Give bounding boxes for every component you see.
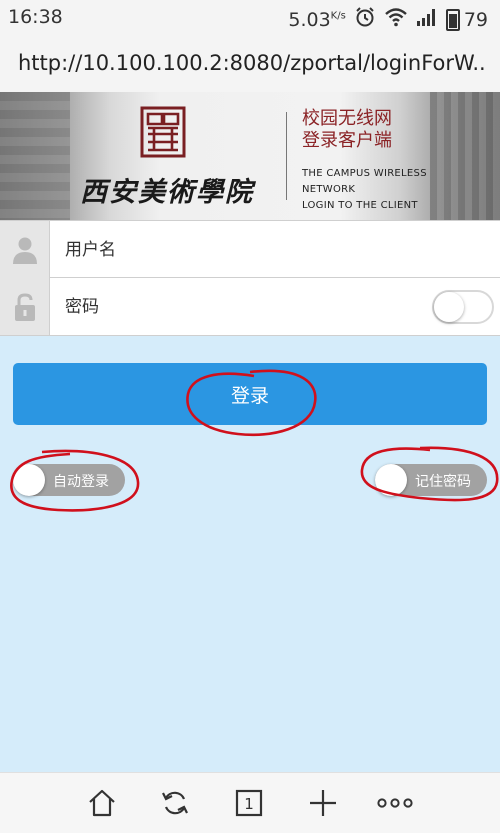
status-indicators: 5.03K/s 79: [288, 6, 488, 33]
status-bar: 16:38 5.03K/s 79: [0, 0, 500, 34]
auto-login-toggle-knob: [13, 464, 45, 496]
more-icon: [377, 798, 413, 808]
wifi-icon: [384, 7, 408, 32]
url-text: http://10.100.100.2:8080/zportal/loginFo…: [18, 51, 486, 75]
address-bar[interactable]: http://10.100.100.2:8080/zportal/loginFo…: [0, 34, 500, 92]
header-banner: 西安美術學院 校园无线网 登录客户端 THE CAMPUS WIRELESS N…: [0, 92, 500, 220]
password-input[interactable]: [65, 290, 405, 324]
banner-en-title: THE CAMPUS WIRELESS NETWORK LOGIN TO THE…: [302, 166, 427, 214]
en-title-line-1: THE CAMPUS WIRELESS: [302, 168, 427, 179]
tabs-icon: 1: [235, 789, 263, 817]
username-row: [0, 220, 500, 278]
password-row: [0, 278, 500, 336]
browser-toolbar: 1: [0, 772, 500, 833]
username-input[interactable]: [65, 233, 405, 267]
login-button[interactable]: 登录: [13, 363, 487, 425]
remember-password-label: 记住密码: [415, 474, 471, 490]
network-speed-value: 5.03: [288, 8, 331, 31]
academy-seal-icon: [140, 106, 186, 158]
lock-icon: [0, 278, 50, 335]
remember-password-toggle[interactable]: 记住密码: [375, 464, 487, 496]
banner-divider: [286, 112, 287, 200]
user-icon: [0, 221, 50, 278]
new-tab-button[interactable]: [305, 785, 341, 821]
en-title-line-2: NETWORK: [302, 184, 356, 195]
tabs-button[interactable]: 1: [231, 785, 267, 821]
banner-decoration-left: [0, 92, 70, 220]
battery-icon: [445, 8, 460, 31]
auto-login-label: 自动登录: [53, 474, 109, 490]
home-button[interactable]: [84, 785, 120, 821]
status-time: 16:38: [8, 6, 63, 28]
refresh-button[interactable]: [157, 785, 193, 821]
banner-cn-title: 校园无线网 登录客户端: [302, 108, 392, 152]
battery-level: 79: [463, 8, 488, 31]
refresh-icon: [162, 791, 188, 815]
network-speed: 5.03K/s: [288, 9, 345, 31]
school-name-calligraphy: 西安美術學院: [80, 177, 254, 208]
auto-login-toggle[interactable]: 自动登录: [13, 464, 125, 496]
signal-icon: [416, 8, 438, 31]
banner-decoration-right: [430, 92, 500, 220]
show-password-toggle[interactable]: [432, 290, 494, 324]
show-password-toggle-knob: [434, 292, 464, 322]
cn-title-line-1: 校园无线网: [302, 108, 392, 129]
cn-title-line-2: 登录客户端: [302, 130, 392, 151]
plus-icon: [310, 790, 336, 816]
network-speed-unit: K/s: [330, 10, 346, 22]
home-icon: [89, 789, 115, 817]
more-button[interactable]: [377, 785, 413, 821]
battery-indicator: 79: [445, 8, 488, 31]
en-title-line-3: LOGIN TO THE CLIENT: [302, 200, 418, 211]
alarm-icon: [354, 6, 376, 33]
tab-count: 1: [244, 795, 254, 813]
remember-password-toggle-knob: [375, 464, 407, 496]
